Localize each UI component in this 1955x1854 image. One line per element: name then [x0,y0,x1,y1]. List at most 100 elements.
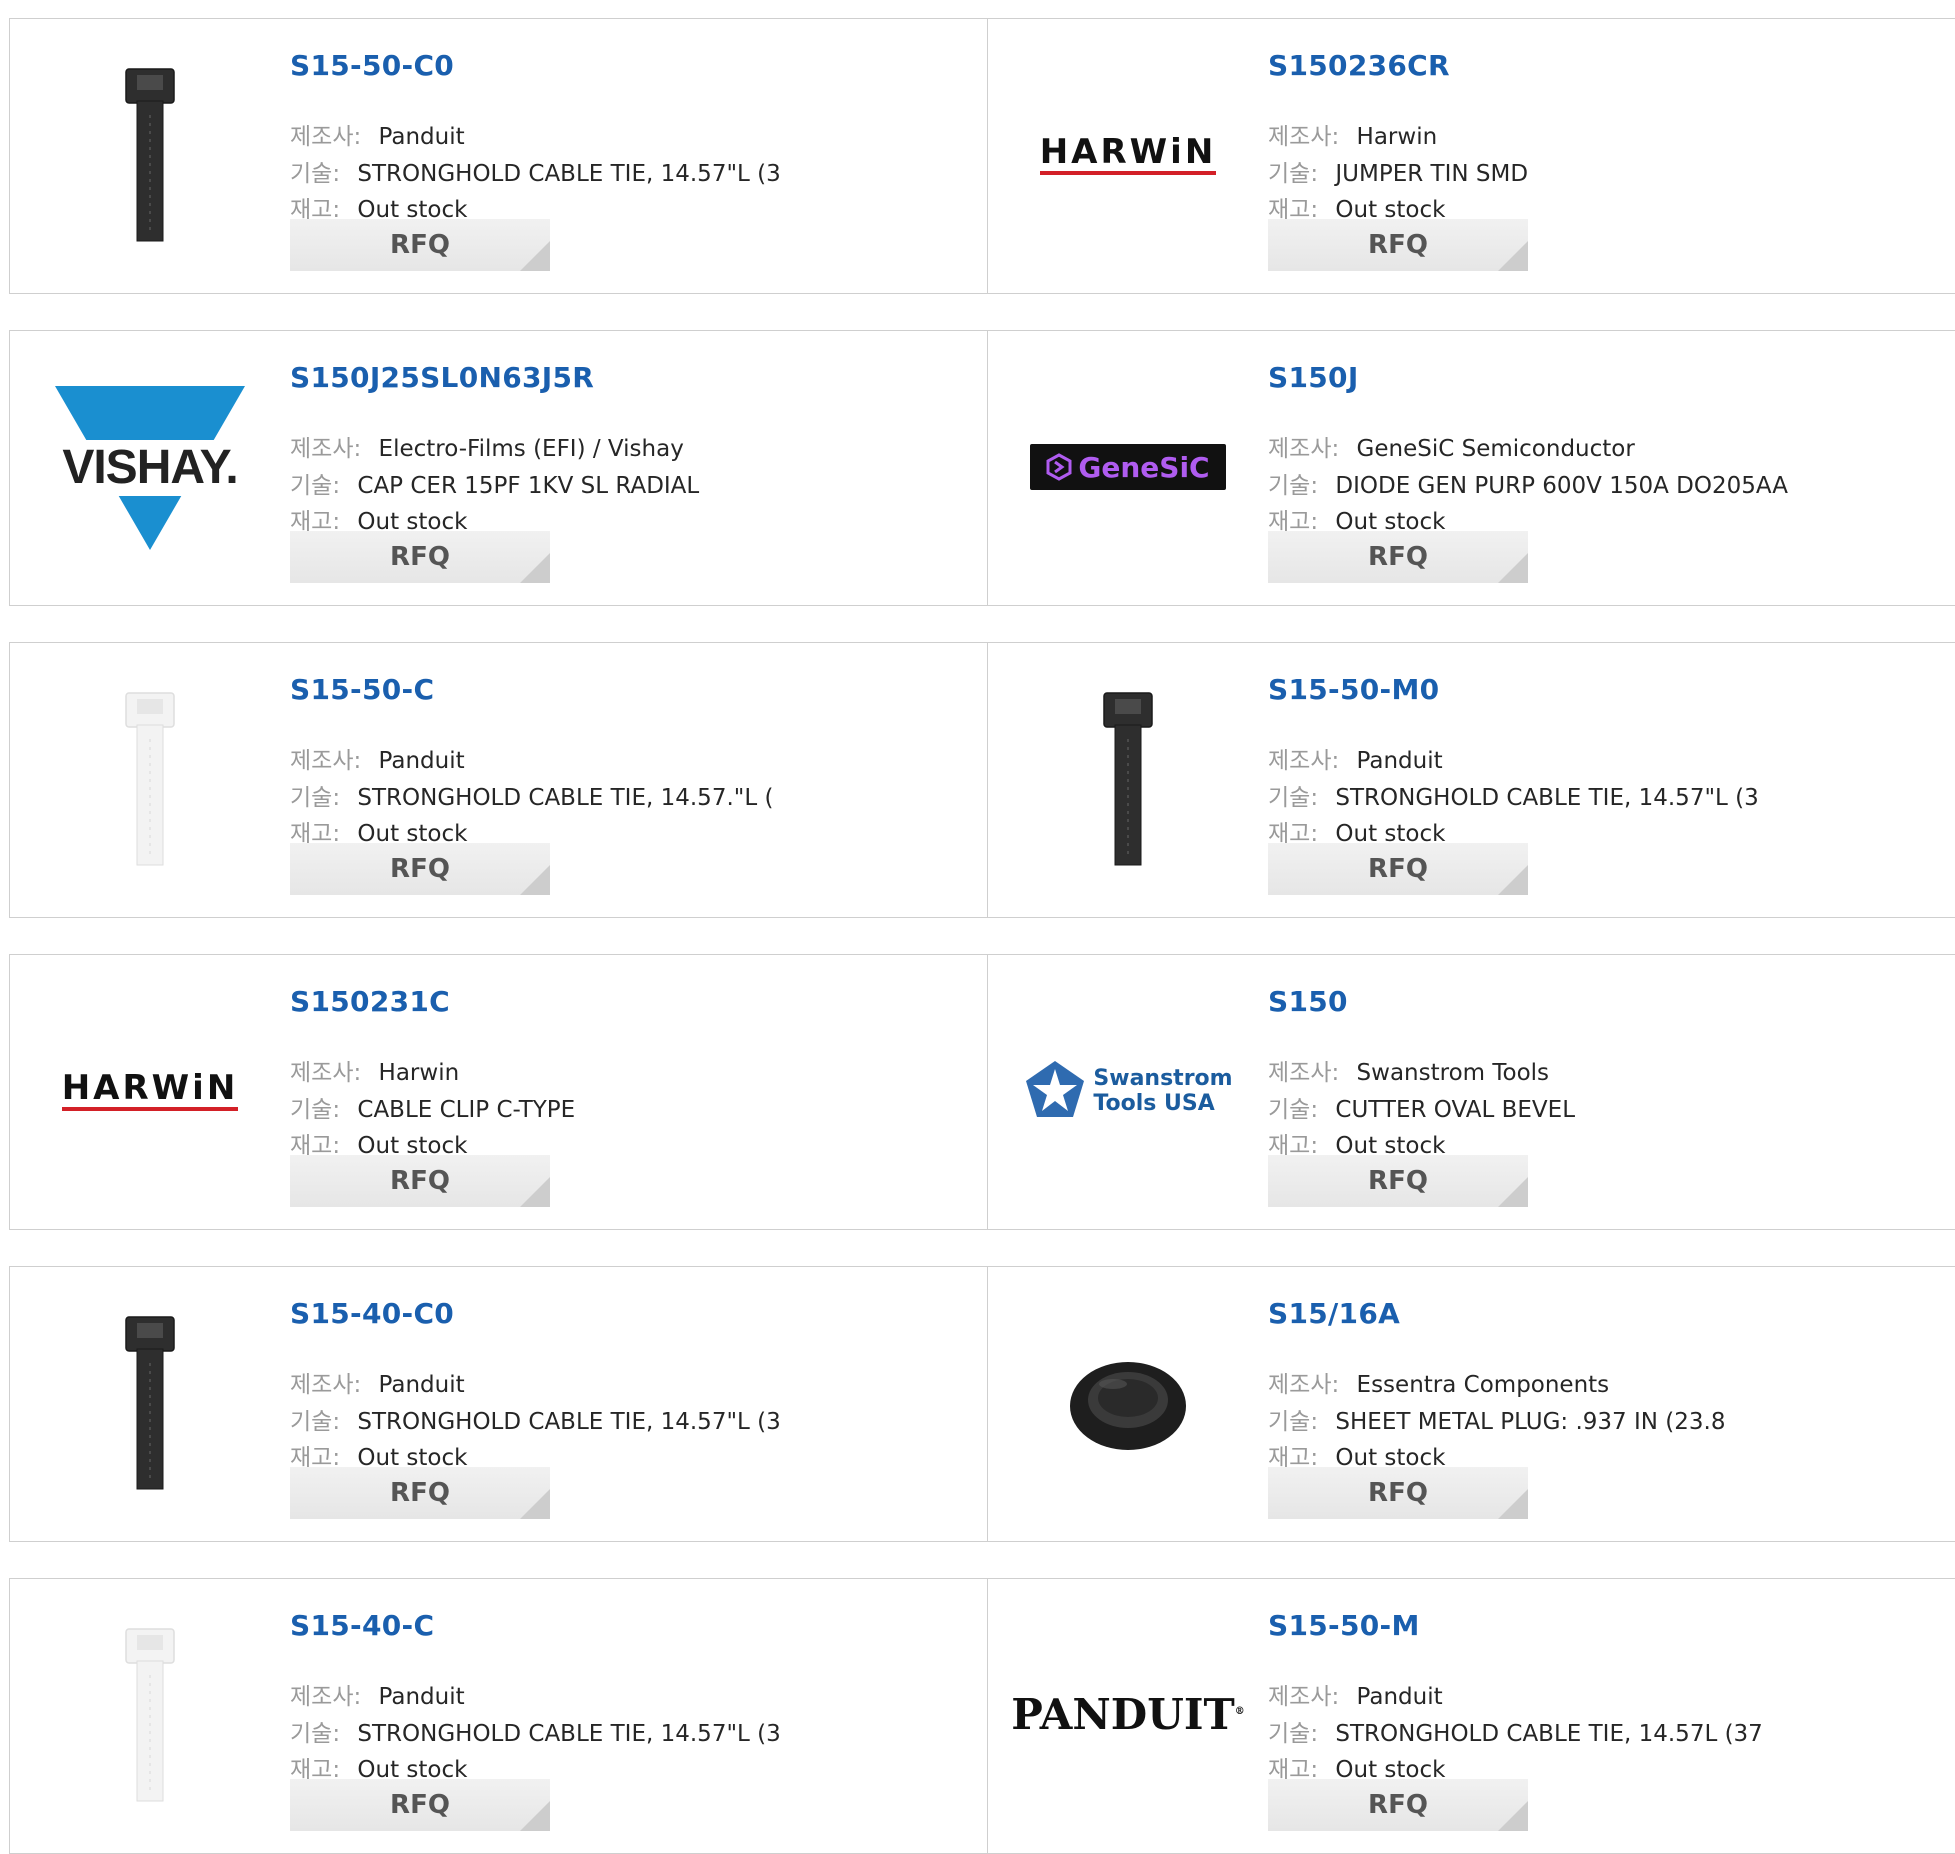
rfq-button[interactable]: RFQ [1268,531,1528,583]
description-row: 기술: CABLE CLIP C-TYPE [290,1090,575,1124]
rfq-button[interactable]: RFQ [290,219,550,271]
manufacturer-row: 제조사: Panduit [290,1365,465,1399]
part-number-link[interactable]: S15-50-C0 [290,49,454,82]
manufacturer-row: 제조사: Harwin [290,1053,459,1087]
rfq-button-label: RFQ [1368,854,1428,884]
part-number-link[interactable]: S150J [1268,361,1359,394]
rfq-button[interactable]: RFQ [1268,219,1528,271]
product-thumbnail[interactable]: VISHAY. [38,359,262,575]
rfq-button[interactable]: RFQ [290,1467,550,1519]
rfq-button[interactable]: RFQ [1268,1779,1528,1831]
manufacturer-value: Panduit [1356,748,1443,774]
description-row: 기술: STRONGHOLD CABLE TIE, 14.57"L (3 [290,1402,781,1436]
product-thumbnail[interactable] [38,1295,262,1511]
part-number-link[interactable]: S15-40-C0 [290,1297,454,1330]
description-row: 기술: STRONGHOLD CABLE TIE, 14.57"L (3 [1268,778,1759,812]
rfq-corner-decoration [520,241,550,271]
description-value: SHEET METAL PLUG: .937 IN (23.8 [1335,1409,1726,1435]
rfq-button[interactable]: RFQ [1268,1155,1528,1207]
description-value: CABLE CLIP C-TYPE [357,1097,576,1123]
description-row: 기술: STRONGHOLD CABLE TIE, 14.57L (37 [1268,1714,1763,1748]
manufacturer-label: 제조사: [290,748,362,774]
product-thumbnail[interactable] [38,47,262,263]
description-label: 기술: [290,785,341,811]
product-card: S15-50-C0 제조사: Panduit 기술: STRONGHOLD CA… [9,18,988,294]
description-value: CUTTER OVAL BEVEL [1335,1097,1576,1123]
part-number-link[interactable]: S15-50-M [1268,1609,1420,1642]
manufacturer-label: 제조사: [290,1684,362,1710]
description-label: 기술: [290,1409,341,1435]
description-value: DIODE GEN PURP 600V 150A DO205AA [1335,473,1788,499]
description-row: 기술: DIODE GEN PURP 600V 150A DO205AA [1268,466,1788,500]
manufacturer-value: Panduit [378,748,465,774]
rfq-button-label: RFQ [390,1166,450,1196]
description-row: 기술: JUMPER TIN SMD [1268,154,1528,188]
manufacturer-row: 제조사: Harwin [1268,117,1437,151]
rfq-button[interactable]: RFQ [290,531,550,583]
product-thumbnail[interactable] [38,671,262,887]
part-number-link[interactable]: S15-40-C [290,1609,434,1642]
description-row: 기술: STRONGHOLD CABLE TIE, 14.57"L (3 [290,154,781,188]
manufacturer-row: 제조사: Essentra Components [1268,1365,1609,1399]
manufacturer-label: 제조사: [1268,436,1340,462]
description-label: 기술: [290,1721,341,1747]
description-row: 기술: STRONGHOLD CABLE TIE, 14.57."L ( [290,778,773,812]
product-thumbnail[interactable] [38,1607,262,1823]
part-number-link[interactable]: S150231C [290,985,450,1018]
manufacturer-label: 제조사: [1268,124,1340,150]
description-label: 기술: [1268,161,1319,187]
product-thumbnail[interactable]: HARWiN [1016,47,1240,263]
swanstrom-logo-line1: Swanstrom [1093,1066,1233,1091]
product-thumbnail[interactable]: GeneSiC [1016,359,1240,575]
rfq-corner-decoration [520,865,550,895]
product-card: VISHAY. S150J25SL0N63J5R 제조사: Electro-Fi… [9,330,988,606]
manufacturer-row: 제조사: Panduit [290,1677,465,1711]
description-label: 기술: [1268,785,1319,811]
vishay-logo: VISHAY. [50,382,250,552]
manufacturer-value: Panduit [378,1684,465,1710]
manufacturer-value: Panduit [378,124,465,150]
product-thumbnail[interactable]: Swanstrom Tools USA [1016,983,1240,1199]
rfq-button-label: RFQ [390,854,450,884]
manufacturer-row: 제조사: Panduit [290,741,465,775]
rfq-corner-decoration [520,1801,550,1831]
vishay-logo-text: VISHAY. [50,440,250,496]
rfq-button-label: RFQ [1368,230,1428,260]
part-number-link[interactable]: S150J25SL0N63J5R [290,361,594,394]
product-card: S15-50-M0 제조사: Panduit 기술: STRONGHOLD CA… [987,642,1955,918]
description-value: STRONGHOLD CABLE TIE, 14.57"L (3 [357,161,781,187]
part-number-link[interactable]: S150236CR [1268,49,1450,82]
product-thumbnail[interactable]: HARWiN [38,983,262,1199]
rfq-button[interactable]: RFQ [1268,1467,1528,1519]
product-card: S15/16A 제조사: Essentra Components 기술: SHE… [987,1266,1955,1542]
rfq-corner-decoration [1498,1489,1528,1519]
description-label: 기술: [1268,1409,1319,1435]
part-number-link[interactable]: S15-50-C [290,673,434,706]
product-card: HARWiN S150231C 제조사: Harwin 기술: CABLE CL… [9,954,988,1230]
rfq-corner-decoration [1498,865,1528,895]
panduit-logo: PANDUIT® [1011,1690,1245,1739]
manufacturer-value: Electro-Films (EFI) / Vishay [378,436,684,462]
genesic-logo: GeneSiC [1030,444,1226,490]
part-number-link[interactable]: S15/16A [1268,1297,1400,1330]
rfq-button[interactable]: RFQ [290,1155,550,1207]
product-thumbnail[interactable]: PANDUIT® [1011,1607,1244,1823]
rfq-button[interactable]: RFQ [290,1779,550,1831]
cable-tie-image [1103,692,1153,866]
part-number-link[interactable]: S150 [1268,985,1348,1018]
manufacturer-row: 제조사: Electro-Films (EFI) / Vishay [290,429,684,463]
rfq-button[interactable]: RFQ [1268,843,1528,895]
product-thumbnail[interactable] [1016,1295,1240,1511]
rfq-button-label: RFQ [1368,542,1428,572]
product-card: S15-50-C 제조사: Panduit 기술: STRONGHOLD CAB… [9,642,988,918]
rfq-button[interactable]: RFQ [290,843,550,895]
part-number-link[interactable]: S15-50-M0 [1268,673,1439,706]
manufacturer-label: 제조사: [290,436,362,462]
product-thumbnail[interactable] [1016,671,1240,887]
manufacturer-label: 제조사: [290,124,362,150]
description-label: 기술: [1268,1721,1319,1747]
manufacturer-value: Essentra Components [1356,1372,1610,1398]
manufacturer-row: 제조사: Panduit [1268,1677,1443,1711]
description-label: 기술: [290,1097,341,1123]
description-row: 기술: CAP CER 15PF 1KV SL RADIAL [290,466,699,500]
